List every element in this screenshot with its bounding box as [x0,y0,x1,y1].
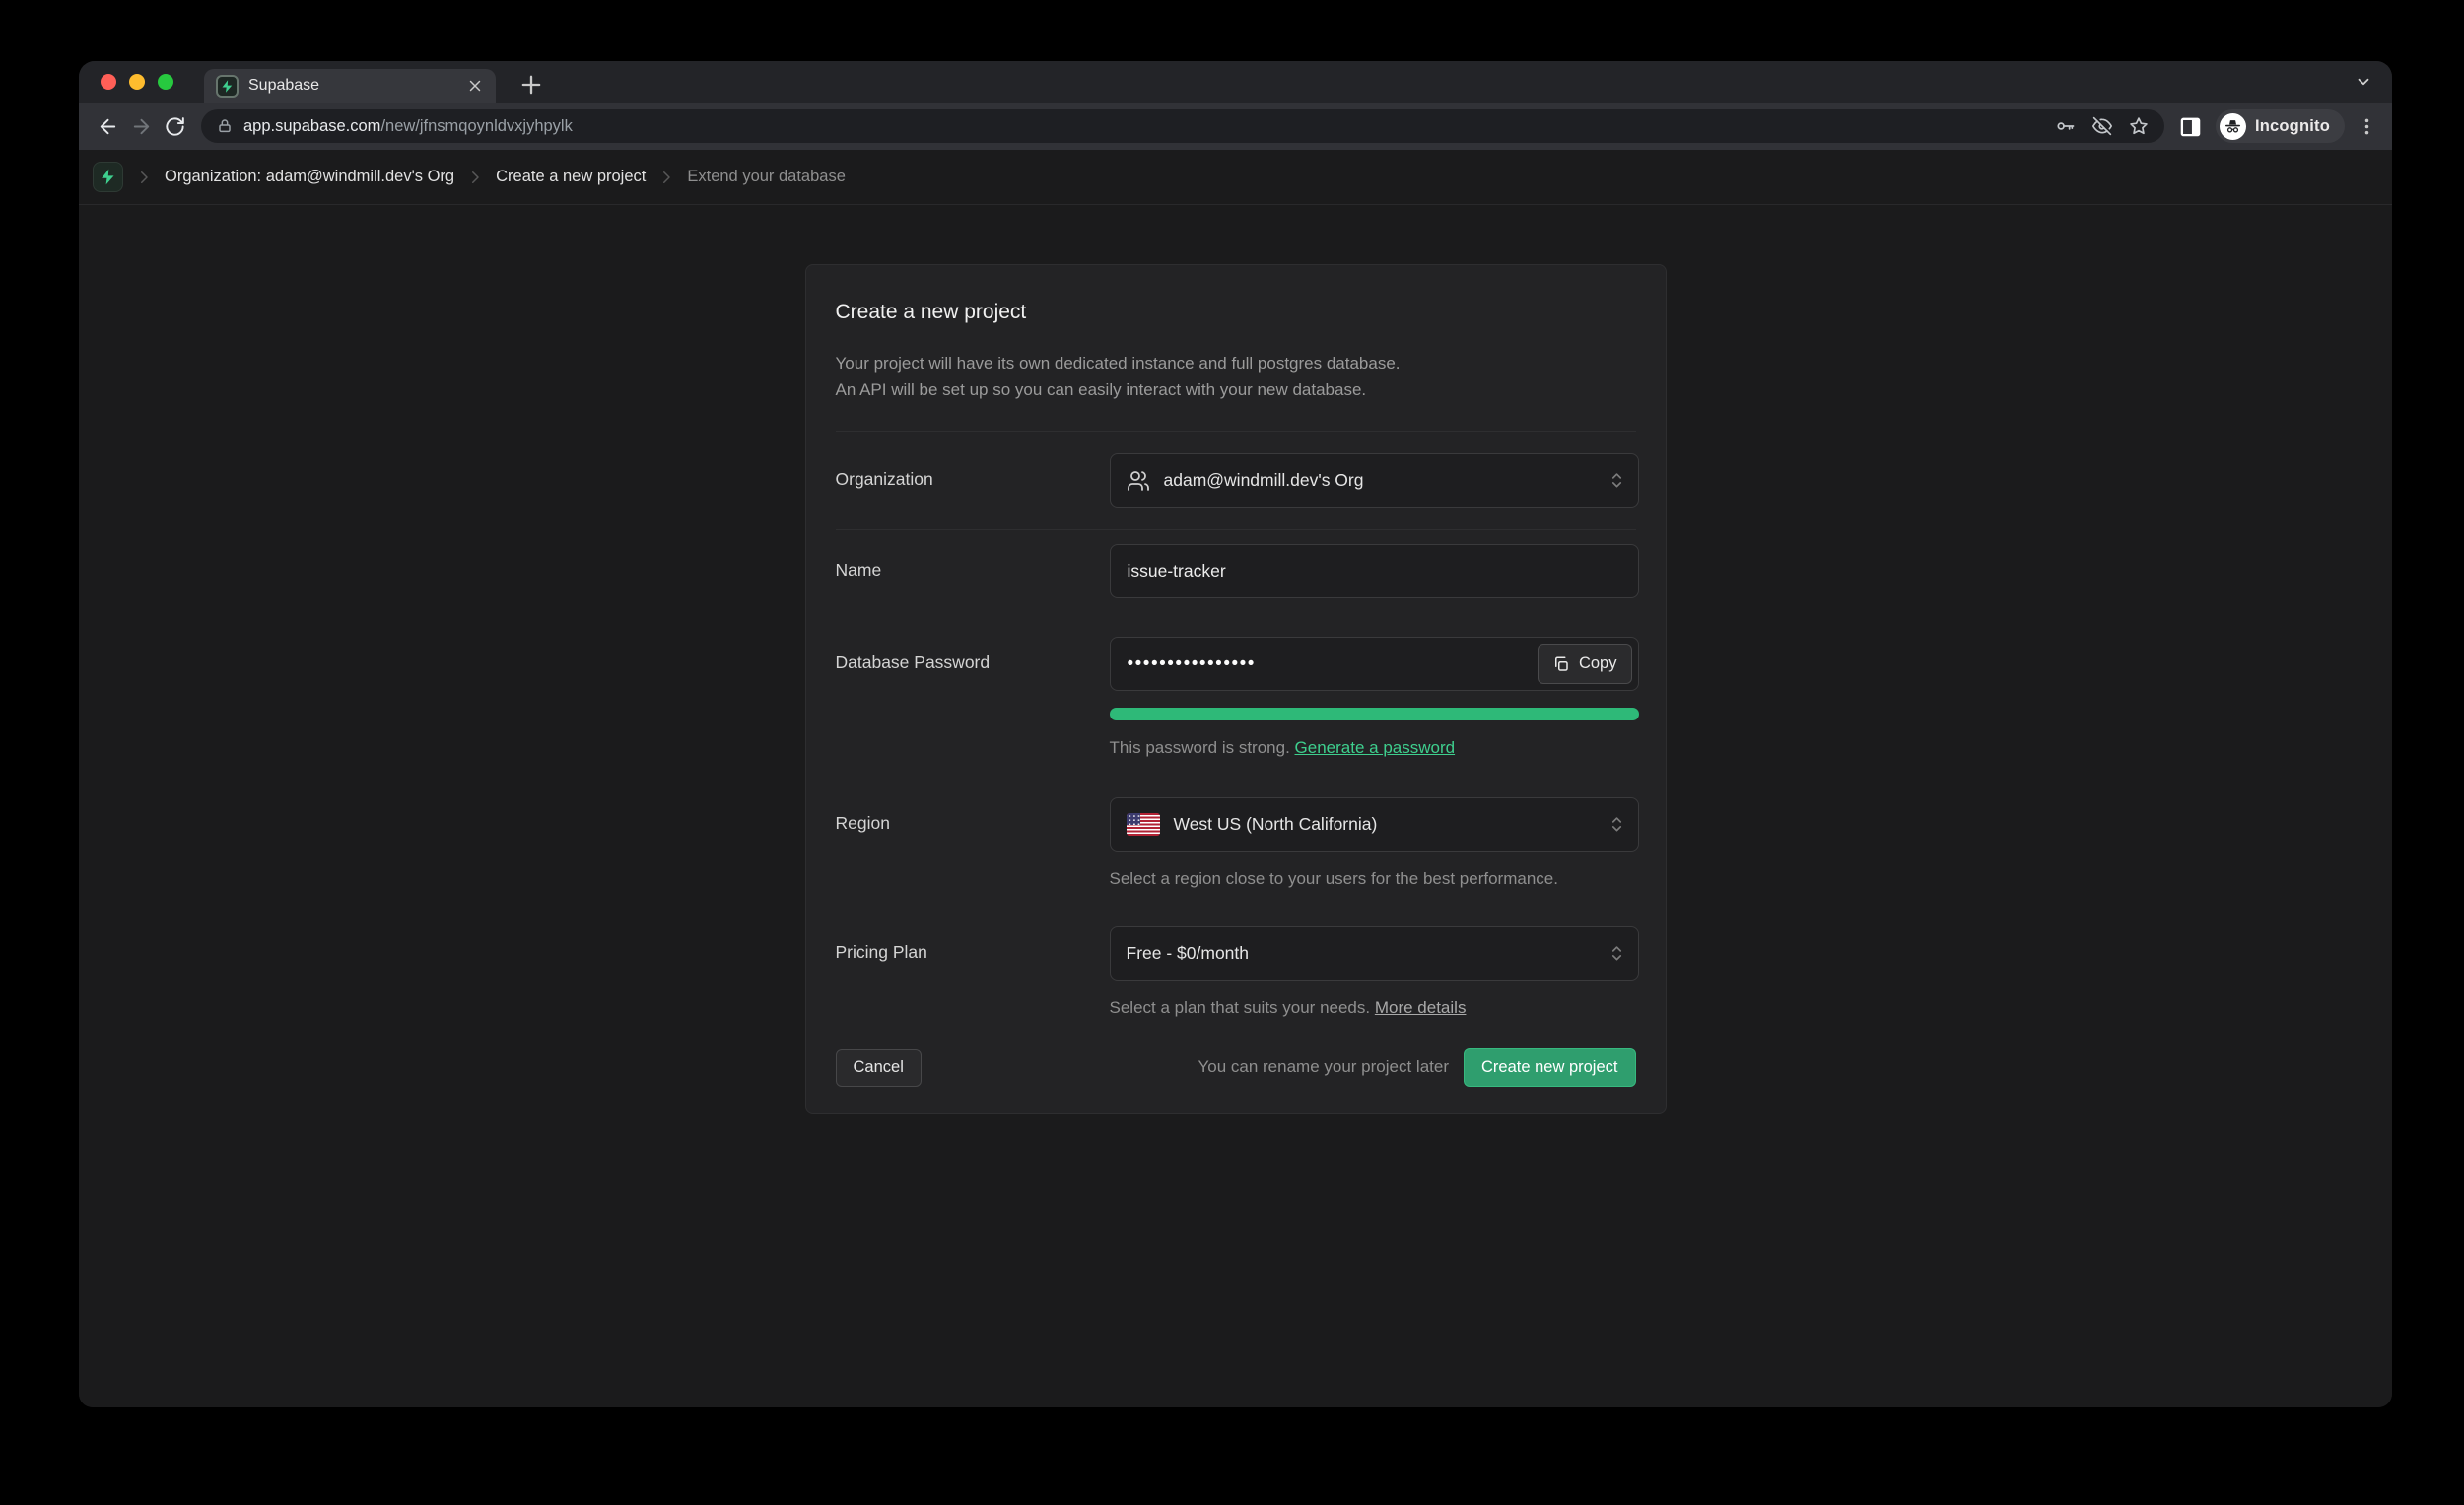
copy-icon [1552,655,1570,673]
pricing-row: Pricing Plan Free - $0/month Select a pl… [836,926,1636,1018]
password-strength-text: This password is strong. [1110,738,1290,757]
chevron-right-icon [466,169,484,186]
url-path: /new/jfnsmqoynldvxjyhpylk [380,117,572,135]
us-flag-icon [1127,813,1160,836]
url-domain: app.supabase.com [243,117,380,135]
new-tab-button[interactable] [517,71,545,99]
project-name-input[interactable] [1110,544,1639,598]
browser-menu-icon[interactable] [2353,112,2380,140]
supabase-page: Organization: adam@windmill.dev's Org Cr… [79,150,2392,1407]
password-strength-bar [1110,708,1639,720]
supabase-logo-icon[interactable] [93,162,123,192]
card-footer: Cancel You can rename your project later… [836,1048,1636,1113]
breadcrumb: Organization: adam@windmill.dev's Org Cr… [79,150,2392,205]
back-button[interactable] [91,109,124,143]
window-minimize-button[interactable] [129,74,145,90]
region-row: Region West US (North California) Select… [836,797,1636,889]
incognito-spy-icon [2220,113,2246,140]
tab-search-chevron-icon[interactable] [2355,73,2372,91]
lock-icon[interactable] [217,118,233,134]
chevron-right-icon [135,169,153,186]
organization-row: Organization adam@windmill.dev's Org [836,432,1636,530]
tab-strip: Supabase [79,61,2392,103]
chevrons-up-down-icon [1609,471,1624,491]
forward-button[interactable] [124,109,158,143]
incognito-badge[interactable]: Incognito [2216,109,2345,143]
supabase-favicon-icon [216,75,239,98]
window-controls [101,74,173,90]
cancel-button[interactable]: Cancel [836,1049,922,1087]
rename-note: You can rename your project later [1198,1058,1449,1077]
users-icon [1127,469,1150,493]
browser-tab[interactable]: Supabase [204,69,496,103]
card-header: Create a new project Your project will h… [836,265,1636,432]
reload-button[interactable] [158,109,191,143]
region-select[interactable]: West US (North California) [1110,797,1639,852]
breadcrumb-extend-database: Extend your database [687,168,846,186]
chevrons-up-down-icon [1609,944,1624,964]
create-project-card: Create a new project Your project will h… [805,264,1667,1114]
browser-window: Supabase app.supabase.com/new/jfnsmqoynl… [79,61,2392,1407]
tab-close-icon[interactable] [466,77,484,95]
breadcrumb-create-project[interactable]: Create a new project [496,168,646,186]
eye-off-icon[interactable] [2092,116,2112,136]
breadcrumb-organization[interactable]: Organization: adam@windmill.dev's Org [165,168,454,186]
url-bar[interactable]: app.supabase.com/new/jfnsmqoynldvxjyhpyl… [201,109,2164,143]
bookmark-star-icon[interactable] [2129,116,2149,136]
copy-button-label: Copy [1579,654,1617,673]
password-label: Database Password [836,637,1110,758]
name-row: Name [836,544,1636,598]
organization-label: Organization [836,453,1110,508]
url-text[interactable]: app.supabase.com/new/jfnsmqoynldvxjyhpyl… [243,117,2056,136]
pricing-value: Free - $0/month [1127,943,1250,964]
copy-password-button[interactable]: Copy [1538,644,1632,684]
organization-value: adam@windmill.dev's Org [1164,470,1364,491]
pricing-label: Pricing Plan [836,926,1110,1018]
url-bar-actions [2056,116,2149,136]
password-helper: This password is strong. Generate a pass… [1110,738,1639,758]
organization-select[interactable]: adam@windmill.dev's Org [1110,453,1639,508]
generate-password-link[interactable]: Generate a password [1295,738,1456,757]
window-zoom-button[interactable] [158,74,173,90]
region-value: West US (North California) [1174,814,1378,835]
browser-toolbar: app.supabase.com/new/jfnsmqoynldvxjyhpyl… [79,103,2392,150]
create-project-button[interactable]: Create new project [1464,1048,1636,1087]
page-title: Create a new project [836,301,1636,324]
more-details-link[interactable]: More details [1375,998,1467,1017]
tab-title: Supabase [248,77,319,95]
region-helper: Select a region close to your users for … [1110,869,1639,889]
password-key-icon[interactable] [2056,116,2076,136]
chevron-right-icon [657,169,675,186]
chevrons-up-down-icon [1609,815,1624,835]
side-panel-icon[interactable] [2174,109,2208,143]
description-line-1: Your project will have its own dedicated… [836,350,1636,376]
password-row: Database Password •••••••••••••••• Copy … [836,637,1636,758]
name-label: Name [836,544,1110,598]
page-description: Your project will have its own dedicated… [836,350,1636,403]
description-line-2: An API will be set up so you can easily … [836,376,1636,403]
pricing-select[interactable]: Free - $0/month [1110,926,1639,981]
pricing-helper: Select a plan that suits your needs. Mor… [1110,998,1639,1018]
window-close-button[interactable] [101,74,116,90]
region-label: Region [836,797,1110,889]
pricing-helper-text: Select a plan that suits your needs. [1110,998,1371,1017]
page-body: Create a new project Your project will h… [79,205,2392,1407]
incognito-label: Incognito [2255,117,2330,136]
